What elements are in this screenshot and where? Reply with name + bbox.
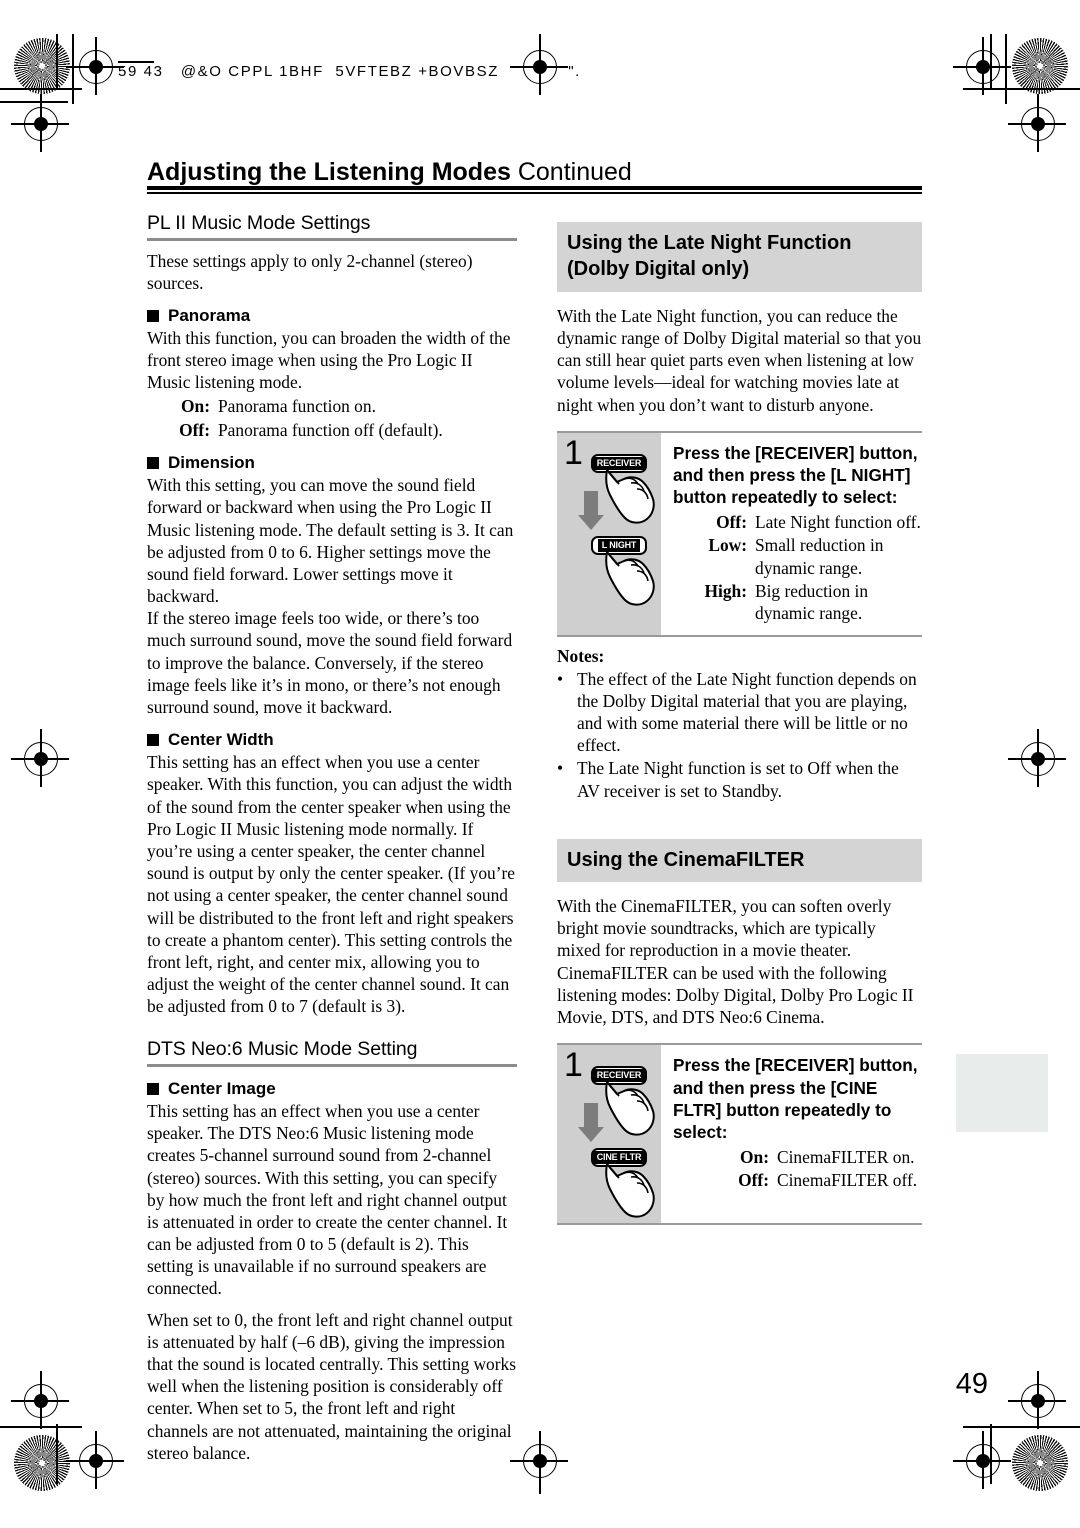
cinema-filter-option-on-text: CinemaFILTER on. xyxy=(777,1146,915,1167)
pointing-hand-icon xyxy=(605,1081,655,1136)
late-night-options-list: Off: Late Night function off. Low: Small… xyxy=(691,511,922,625)
square-bullet-icon xyxy=(147,1082,159,1095)
square-bullet-icon xyxy=(147,734,159,747)
page-number: 49 xyxy=(955,1368,988,1400)
panorama-option-off-label: Off: xyxy=(179,419,210,440)
left-column: PL II Music Mode Settings These settings… xyxy=(147,212,517,1464)
down-arrow-shaft xyxy=(584,490,598,516)
subheading-dimension: Dimension xyxy=(147,453,517,473)
late-night-option-off-label: Off: xyxy=(716,511,747,532)
panorama-option-on: On: Panorama function on. xyxy=(176,395,517,417)
page-title: Adjusting the Listening Modes Continued xyxy=(147,158,632,187)
late-night-option-off-text: Late Night function off. xyxy=(755,511,921,532)
subheading-dimension-label: Dimension xyxy=(168,453,255,473)
subheading-panorama-label: Panorama xyxy=(168,305,251,325)
step-box-late-night: 1 RECEIVER L NIGHT Press the [RECEIVER] … xyxy=(557,430,922,637)
pl2-intro-paragraph: These settings apply to only 2-channel (… xyxy=(147,250,473,293)
section-heading-rule xyxy=(147,1064,517,1067)
down-arrow-shaft xyxy=(584,1103,598,1129)
square-bullet-icon xyxy=(147,309,159,322)
cinema-filter-paragraph-2: CinemaFILTER can be used with the follow… xyxy=(557,962,914,1028)
late-night-option-high-label: High: xyxy=(704,580,747,601)
side-thumb-tab xyxy=(956,1054,1048,1132)
bullet-icon: • xyxy=(557,758,564,779)
panorama-option-off: Off: Panorama function off (default). xyxy=(176,419,517,441)
banner-late-night-line2: (Dolby Digital only) xyxy=(567,258,750,281)
center-width-paragraph: This setting has an effect when you use … xyxy=(147,752,516,1017)
cinema-filter-option-off-text: CinemaFILTER off. xyxy=(777,1170,918,1191)
late-night-option-low: Low: Small reduction in dynamic range. xyxy=(691,534,922,579)
panorama-paragraph: With this function, you can broaden the … xyxy=(147,327,511,393)
note-item: • The Late Night function is set to Off … xyxy=(557,757,922,801)
banner-cinema-filter-line1: Using the CinemaFILTER xyxy=(567,848,805,871)
cinema-filter-option-off: Off: CinemaFILTER off. xyxy=(733,1169,922,1191)
panorama-option-off-text: Panorama function off (default). xyxy=(218,419,443,440)
late-night-option-high-text: Big reduction in dynamic range. xyxy=(755,580,869,624)
section-heading-pl2-music: PL II Music Mode Settings xyxy=(147,212,371,234)
cinema-filter-options-list: On: CinemaFILTER on. Off: CinemaFILTER o… xyxy=(733,1146,922,1192)
dimension-paragraph-2: If the stereo image feels too wide, or t… xyxy=(147,608,513,718)
note-text: The effect of the Late Night function de… xyxy=(577,668,917,756)
step-instruction-late-night: Press the [RECEIVER] button, and then pr… xyxy=(673,442,918,508)
banner-late-night: Using the Late Night Function (Dolby Dig… xyxy=(557,222,922,292)
late-night-option-high: High: Big reduction in dynamic range. xyxy=(691,580,922,625)
bullet-icon: • xyxy=(557,668,564,689)
step-number-late-night: 1 xyxy=(564,433,583,472)
note-text: The Late Night function is set to Off wh… xyxy=(577,758,899,801)
page-title-continued: Continued xyxy=(517,158,632,186)
step-box-cinema-filter: 1 RECEIVER CINE FLTR Press the [RECEIVER… xyxy=(557,1043,922,1226)
panorama-option-on-text: Panorama function on. xyxy=(218,396,376,417)
subheading-center-image-label: Center Image xyxy=(168,1078,276,1098)
subheading-panorama: Panorama xyxy=(147,306,517,326)
subheading-center-width-label: Center Width xyxy=(168,730,274,750)
banner-late-night-line1: Using the Late Night Function xyxy=(567,232,852,254)
section-heading-rule xyxy=(147,238,517,241)
title-rule-thin xyxy=(147,192,922,194)
cinema-filter-paragraph-1: With the CinemaFILTER, you can soften ov… xyxy=(557,896,892,961)
dimension-paragraph-1: With this setting, you can move the soun… xyxy=(147,475,514,607)
cinema-filter-option-on: On: CinemaFILTER on. xyxy=(733,1146,922,1168)
panorama-options-list: On: Panorama function on. Off: Panorama … xyxy=(176,395,517,441)
banner-cinema-filter: Using the CinemaFILTER xyxy=(557,838,922,883)
cinema-filter-option-on-label: On: xyxy=(740,1146,769,1167)
center-image-paragraph-2: When set to 0, the front left and right … xyxy=(147,1309,516,1463)
late-night-option-low-text: Small reduction in dynamic range. xyxy=(755,535,884,578)
pointing-hand-icon xyxy=(605,550,655,606)
step-text-cinema-filter: Press the [RECEIVER] button, and then pr… xyxy=(661,1045,922,1223)
late-night-option-low-label: Low: xyxy=(708,535,747,556)
late-night-option-off: Off: Late Night function off. xyxy=(691,511,922,533)
step-number-cinema-filter: 1 xyxy=(564,1046,583,1085)
step-instruction-cinema-filter: Press the [RECEIVER] button, and then pr… xyxy=(673,1055,918,1143)
pointing-hand-icon xyxy=(605,468,655,524)
cinema-filter-option-off-label: Off: xyxy=(738,1170,769,1191)
page-title-main: Adjusting the Listening Modes xyxy=(147,158,511,186)
section-heading-dts-neo6: DTS Neo:6 Music Mode Setting xyxy=(147,1038,418,1061)
step-illustration-cinema-filter: 1 RECEIVER CINE FLTR xyxy=(557,1045,661,1224)
subheading-center-image: Center Image xyxy=(147,1079,517,1099)
running-head: 59 43 @&O CPPL 1BHF 5VFTEBZ +BOVBSZ ". xyxy=(118,63,581,80)
square-bullet-icon xyxy=(147,457,159,470)
subheading-center-width: Center Width xyxy=(147,730,517,750)
center-image-paragraph-1: This setting has an effect when you use … xyxy=(147,1100,508,1299)
panorama-option-on-label: On: xyxy=(181,396,210,417)
step-illustration-late-night: 1 RECEIVER L NIGHT xyxy=(557,432,661,635)
late-night-intro-paragraph: With the Late Night function, you can re… xyxy=(557,305,922,415)
manual-page: 59 43 @&O CPPL 1BHF 5VFTEBZ +BOVBSZ ". A… xyxy=(0,0,1080,1528)
pointing-hand-icon xyxy=(605,1163,655,1218)
note-item: • The effect of the Late Night function … xyxy=(557,668,922,757)
title-rule-thick xyxy=(147,186,922,190)
right-column: Using the Late Night Function (Dolby Dig… xyxy=(557,222,922,1226)
notes-title: Notes: xyxy=(557,645,605,666)
step-text-late-night: Press the [RECEIVER] button, and then pr… xyxy=(661,433,922,635)
